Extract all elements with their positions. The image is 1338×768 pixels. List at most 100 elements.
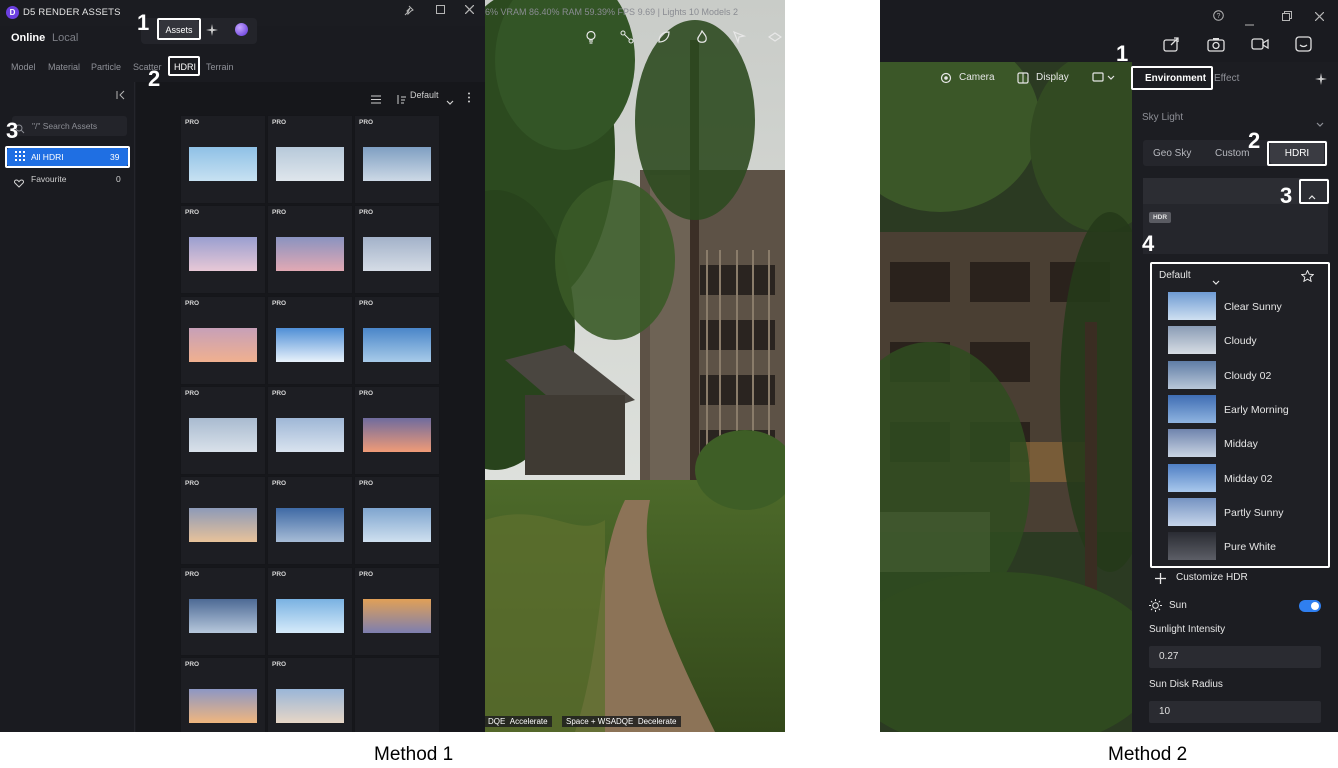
sky-thumbnail-image	[189, 237, 257, 272]
sky-thumbnail-image	[363, 417, 431, 452]
step-marker-1: 1	[137, 10, 150, 35]
collapse-sidebar-icon[interactable]	[116, 87, 126, 105]
camera-capture-icon[interactable]	[1207, 36, 1225, 52]
sky-thumbnail-image	[276, 688, 344, 723]
sky-thumbnail-image	[276, 417, 344, 452]
pro-badge: PRO	[185, 660, 200, 668]
maximize-icon[interactable]	[436, 5, 445, 17]
sun-disk-radius-field[interactable]: 10	[1149, 701, 1321, 723]
camera-icon[interactable]	[940, 71, 952, 89]
hdri-thumbnail[interactable]: PRO	[267, 205, 353, 295]
camera-menu[interactable]: Camera	[959, 72, 995, 83]
chevron-down-icon[interactable]	[1316, 115, 1324, 133]
restore-icon[interactable]	[1282, 8, 1292, 26]
hdri-thumbnail[interactable]: PRO	[354, 476, 440, 566]
gallery-icon[interactable]	[1295, 36, 1313, 52]
hdri-thumbnail[interactable]: PRO	[354, 115, 440, 204]
hdri-thumbnail[interactable]: PRO	[267, 566, 353, 656]
sun-disk-radius-label: Sun Disk Radius	[1149, 679, 1223, 690]
sky-mode-geo-sky[interactable]: Geo Sky	[1153, 148, 1191, 159]
sun-label: Sun	[1169, 600, 1187, 611]
hdri-thumbnail[interactable]: PRO	[180, 385, 266, 475]
pro-badge: PRO	[185, 209, 200, 217]
pro-badge: PRO	[185, 570, 200, 578]
step-marker-1: 1	[1116, 41, 1129, 66]
leaf-icon[interactable]	[657, 30, 671, 47]
pin-icon[interactable]	[403, 5, 414, 19]
sun-toggle[interactable]	[1299, 600, 1321, 612]
minimize-icon[interactable]	[1245, 13, 1254, 31]
sunlight-intensity-field[interactable]: 0.27	[1149, 646, 1321, 668]
pro-badge: PRO	[272, 660, 287, 668]
bulb-icon[interactable]	[584, 30, 598, 47]
hdri-thumbnail[interactable]: PRO	[180, 476, 266, 566]
tab-effect[interactable]: Effect	[1214, 73, 1239, 84]
tab-local[interactable]: Local	[52, 32, 78, 44]
hdri-thumbnail[interactable]: PRO	[267, 476, 353, 566]
hdri-thumbnail[interactable]: PRO	[354, 566, 440, 656]
plus-icon[interactable]	[1155, 571, 1166, 589]
sky-thumbnail-image	[276, 147, 344, 181]
ai-assist-icon[interactable]	[1315, 72, 1327, 90]
category-terrain[interactable]: Terrain	[206, 62, 234, 72]
sky-thumbnail-image	[276, 237, 344, 272]
customize-hdr-button[interactable]: Customize HDR	[1176, 572, 1248, 583]
fire-icon[interactable]	[695, 29, 709, 47]
category-particle[interactable]: Particle	[91, 62, 121, 72]
display-icon[interactable]	[1017, 71, 1029, 89]
category-model[interactable]: Model	[11, 62, 36, 72]
hdri-thumbnail[interactable]: PRO	[267, 295, 353, 385]
pro-badge: PRO	[359, 209, 374, 217]
tab-online[interactable]: Online	[11, 32, 45, 44]
share-icon[interactable]	[1163, 36, 1181, 52]
layers-icon[interactable]	[767, 30, 783, 47]
hdri-thumbnail[interactable]: PRO	[180, 115, 266, 204]
close-icon[interactable]	[464, 4, 475, 17]
video-icon[interactable]	[1251, 36, 1269, 52]
sky-mode-custom[interactable]: Custom	[1215, 148, 1249, 159]
list-view-icon[interactable]	[371, 91, 381, 109]
step-marker-2: 2	[148, 66, 161, 91]
hdri-thumbnail[interactable]: PRO	[267, 656, 353, 732]
view-mode-icon[interactable]	[1092, 71, 1116, 89]
method1-screenshot: 6% VRAM 86.40% RAM 59.39% FPS 9.69 | Lig…	[0, 0, 785, 732]
empty-grid-cell	[354, 656, 440, 732]
sky-thumbnail-image	[276, 598, 344, 633]
highlight-environment	[1131, 66, 1213, 90]
ai-sparkle-icon[interactable]	[205, 23, 219, 42]
help-icon[interactable]: ?	[1213, 8, 1224, 26]
render-viewport-2[interactable]	[880, 62, 1132, 732]
highlight-assets	[157, 18, 201, 40]
display-menu[interactable]: Display	[1036, 72, 1069, 83]
material-sphere-icon[interactable]	[235, 23, 248, 36]
hdri-thumbnail[interactable]: PRO	[180, 566, 266, 656]
category-material[interactable]: Material	[48, 62, 80, 72]
sort-icon[interactable]	[396, 91, 406, 109]
more-options-icon[interactable]	[467, 90, 471, 108]
hdri-thumbnail[interactable]: PRO	[267, 385, 353, 475]
sky-thumbnail-image	[363, 237, 431, 272]
sky-thumbnail-image	[189, 598, 257, 633]
hint-keys-2: Space + WSADQE Decelerate	[562, 716, 681, 727]
pro-badge: PRO	[185, 480, 200, 488]
hdri-thumbnail[interactable]: PRO	[180, 656, 266, 732]
hdri-thumbnail[interactable]: PRO	[354, 205, 440, 295]
search-assets-input[interactable]: "/" Search Assets	[12, 116, 127, 136]
render-viewport-1[interactable]	[485, 0, 785, 732]
chevron-down-icon[interactable]	[446, 93, 454, 111]
hdri-thumbnail[interactable]: PRO	[267, 115, 353, 204]
path-tool-icon[interactable]	[620, 30, 634, 47]
step-marker-2: 2	[1248, 128, 1261, 153]
hdri-thumbnail[interactable]: PRO	[180, 295, 266, 385]
caption-method-2: Method 2	[1108, 744, 1188, 765]
hdri-thumbnail[interactable]: PRO	[180, 205, 266, 295]
pro-badge: PRO	[185, 119, 200, 126]
cursor-tool-icon[interactable]	[732, 30, 747, 47]
hdri-thumbnail[interactable]: PRO	[354, 295, 440, 385]
sort-dropdown[interactable]: Default	[410, 90, 439, 100]
sidebar-item-favourite[interactable]: Favourite	[31, 174, 66, 184]
hdri-thumbnail[interactable]: PRO	[354, 385, 440, 475]
close-window-icon[interactable]	[1314, 8, 1325, 26]
pro-badge: PRO	[185, 299, 200, 307]
pro-badge: PRO	[272, 119, 287, 126]
